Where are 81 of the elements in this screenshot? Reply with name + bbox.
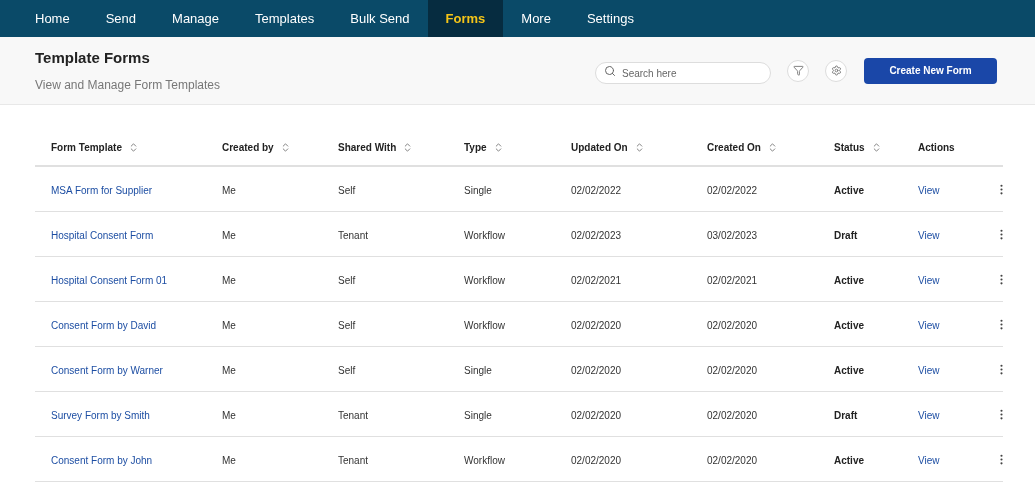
form-link[interactable]: Consent Form by David [51,320,157,331]
table-cell: Single [464,365,492,376]
table-cell: Workflow [464,230,505,241]
table-cell: Single [464,185,492,196]
table-cell: 02/02/2020 [707,320,758,331]
table-cell: 02/02/2020 [571,410,622,421]
table-cell: Tenant [338,410,369,421]
form-link[interactable]: Consent Form by Warner [51,365,163,376]
table-cell: Active [834,320,864,331]
create-form-button[interactable]: Create New Form [864,57,997,84]
view-link[interactable]: View [918,230,940,241]
form-link[interactable]: Hospital Consent Form 01 [51,275,168,286]
table-cell: Workflow [464,455,505,466]
table-cell: Me [222,320,236,331]
table-cell: Active [834,275,864,286]
table-cell: Workflow [464,275,505,286]
gear-icon [830,65,842,76]
table-cell: Me [222,185,236,196]
table-cell: Workflow [464,320,505,331]
table-cell: Single [464,410,492,421]
table-cell: Self [338,275,356,286]
form-link[interactable]: MSA Form for Supplier [51,185,153,196]
table-cell: 02/02/2023 [571,230,622,241]
nav-tab[interactable]: Send [87,0,155,37]
table-cell: 02/02/2020 [707,455,758,466]
form-link[interactable]: Hospital Consent Form [51,230,154,241]
table-cell: 02/02/2020 [571,320,622,331]
table-cell: Self [338,185,356,196]
search-field[interactable]: Search here [595,62,771,84]
page-title: Template Forms [35,48,151,69]
nav-tab[interactable]: Settings [568,0,652,37]
view-link[interactable]: View [918,365,940,376]
nav-tab[interactable]: Forms [427,0,504,37]
table-cell: 02/02/2020 [707,365,758,376]
search-icon [604,64,616,77]
table-cell: Active [834,365,864,376]
table-cell: Active [834,455,864,466]
table-cell: Me [222,275,236,286]
table-cell: 02/02/2022 [571,185,622,196]
column-header: Created by [222,141,274,155]
table-cell: 02/02/2021 [707,275,758,286]
column-header: Updated On [571,141,628,155]
column-header: Created On [707,141,761,155]
nav-tab[interactable]: Home [17,0,88,37]
column-header: Type [464,141,487,155]
table-cell: Draft [834,230,858,241]
table-cell: 02/02/2020 [707,410,758,421]
table-cell: 02/02/2020 [571,365,622,376]
filter-button[interactable] [787,59,809,82]
view-link[interactable]: View [918,320,940,331]
table-cell: Active [834,185,864,196]
table-cell: Self [338,320,356,331]
table-cell: 03/02/2023 [707,230,758,241]
view-link[interactable]: View [918,275,940,286]
page-subtitle: View and Manage Form Templates [35,76,221,94]
table-cell: Me [222,410,236,421]
form-link[interactable]: Survey Form by Smith [51,410,150,421]
table-cell: Tenant [338,455,369,466]
table-cell: Tenant [338,230,369,241]
nav-tab[interactable]: Bulk Send [332,0,428,37]
table-cell: Me [222,365,236,376]
table-cell: 02/02/2021 [571,275,622,286]
column-header: Shared With [338,141,397,155]
nav-tab[interactable]: More [503,0,569,37]
column-header: Form Template [51,141,122,155]
table-cell: Me [222,230,236,241]
table-cell: Self [338,365,356,376]
table-cell: 02/02/2020 [571,455,622,466]
form-link[interactable]: Consent Form by John [51,455,153,466]
view-link[interactable]: View [918,410,940,421]
view-link[interactable]: View [918,455,940,466]
column-header: Actions [918,141,955,155]
column-header: Status [834,141,865,155]
table-cell: Draft [834,410,858,421]
table-cell: 02/02/2022 [707,185,758,196]
settings-button[interactable] [825,59,847,82]
view-link[interactable]: View [918,185,940,196]
filter-icon [792,65,804,76]
table-cell: Me [222,455,236,466]
nav-tab[interactable]: Templates [237,0,333,37]
nav-tab[interactable]: Manage [154,0,238,37]
